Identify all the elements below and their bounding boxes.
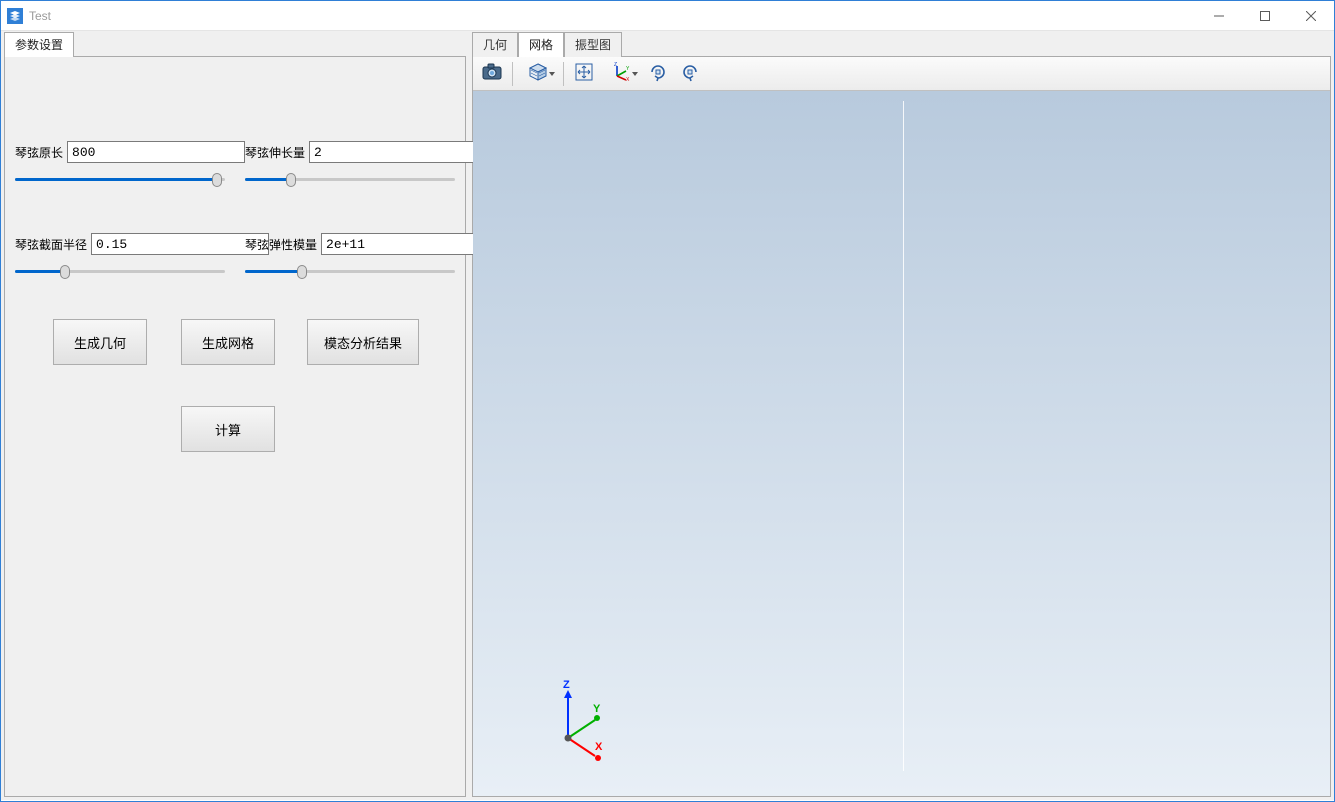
axis-orientation-button[interactable]: Z Y X bbox=[601, 60, 641, 88]
input-radius[interactable] bbox=[91, 233, 269, 255]
toolbar-separator bbox=[512, 62, 513, 86]
viewport-3d[interactable]: Z Y X bbox=[473, 91, 1330, 796]
axis-icon: Z Y X bbox=[611, 62, 631, 85]
parameters-panel: 琴弦原长 琴弦伸长量 bbox=[4, 56, 466, 797]
rotate-cw-icon bbox=[648, 62, 668, 85]
window-title: Test bbox=[29, 9, 51, 23]
tab-parameters[interactable]: 参数设置 bbox=[4, 32, 74, 57]
close-button[interactable] bbox=[1288, 1, 1334, 30]
app-icon bbox=[7, 8, 23, 24]
slider-string-length[interactable] bbox=[15, 173, 225, 187]
view-cube-button[interactable] bbox=[518, 60, 558, 88]
input-string-length[interactable] bbox=[67, 141, 245, 163]
tab-mesh[interactable]: 网格 bbox=[518, 32, 564, 57]
minimize-button[interactable] bbox=[1196, 1, 1242, 30]
svg-text:X: X bbox=[626, 77, 630, 82]
slider-radius[interactable] bbox=[15, 265, 225, 279]
generate-geometry-button[interactable]: 生成几何 bbox=[53, 319, 147, 365]
triad-y-label: Y bbox=[593, 703, 601, 715]
fit-icon bbox=[574, 62, 594, 85]
chevron-down-icon bbox=[549, 72, 555, 76]
title-bar: Test bbox=[1, 1, 1334, 31]
triad-z-label: Z bbox=[563, 679, 570, 691]
chevron-down-icon bbox=[632, 72, 638, 76]
input-elongation[interactable] bbox=[309, 141, 487, 163]
rotate-ccw-button[interactable] bbox=[675, 60, 705, 88]
viewport-toolbar: Z Y X bbox=[473, 57, 1330, 91]
tab-mode-shape[interactable]: 振型图 bbox=[564, 32, 622, 57]
right-tabstrip: 几何 网格 振型图 bbox=[472, 34, 1331, 56]
svg-text:Y: Y bbox=[626, 66, 630, 72]
label-modulus: 琴弦弹性模量 bbox=[245, 236, 317, 253]
tab-geometry[interactable]: 几何 bbox=[472, 32, 518, 57]
compute-button[interactable]: 计算 bbox=[181, 406, 275, 452]
modal-result-button[interactable]: 模态分析结果 bbox=[307, 319, 419, 365]
maximize-button[interactable] bbox=[1242, 1, 1288, 30]
generate-mesh-button[interactable]: 生成网格 bbox=[181, 319, 275, 365]
param-radius: 琴弦截面半径 bbox=[15, 233, 225, 279]
mesh-line-geometry bbox=[903, 101, 904, 771]
param-string-length: 琴弦原长 bbox=[15, 141, 225, 187]
mesh-view-container: Z Y X bbox=[472, 56, 1331, 797]
triad-x-label: X bbox=[595, 741, 603, 753]
left-panel: 参数设置 琴弦原长 琴弦伸长量 bbox=[4, 34, 466, 797]
right-panel: 几何 网格 振型图 bbox=[472, 34, 1331, 797]
orientation-triad: Z Y X bbox=[533, 678, 623, 768]
label-radius: 琴弦截面半径 bbox=[15, 236, 87, 253]
rotate-ccw-icon bbox=[680, 62, 700, 85]
left-tabstrip: 参数设置 bbox=[4, 34, 466, 56]
slider-elongation[interactable] bbox=[245, 173, 455, 187]
toolbar-separator bbox=[563, 62, 564, 86]
work-area: 参数设置 琴弦原长 琴弦伸长量 bbox=[1, 31, 1334, 800]
slider-modulus[interactable] bbox=[245, 265, 455, 279]
screenshot-button[interactable] bbox=[477, 60, 507, 88]
fit-view-button[interactable] bbox=[569, 60, 599, 88]
svg-text:Z: Z bbox=[614, 62, 617, 68]
label-elongation: 琴弦伸长量 bbox=[245, 144, 305, 161]
rotate-cw-button[interactable] bbox=[643, 60, 673, 88]
camera-icon bbox=[482, 63, 502, 84]
cube-icon bbox=[528, 62, 548, 85]
param-modulus: 琴弦弹性模量 bbox=[245, 233, 455, 279]
param-elongation: 琴弦伸长量 bbox=[245, 141, 455, 187]
label-string-length: 琴弦原长 bbox=[15, 144, 63, 161]
window-controls bbox=[1196, 1, 1334, 30]
